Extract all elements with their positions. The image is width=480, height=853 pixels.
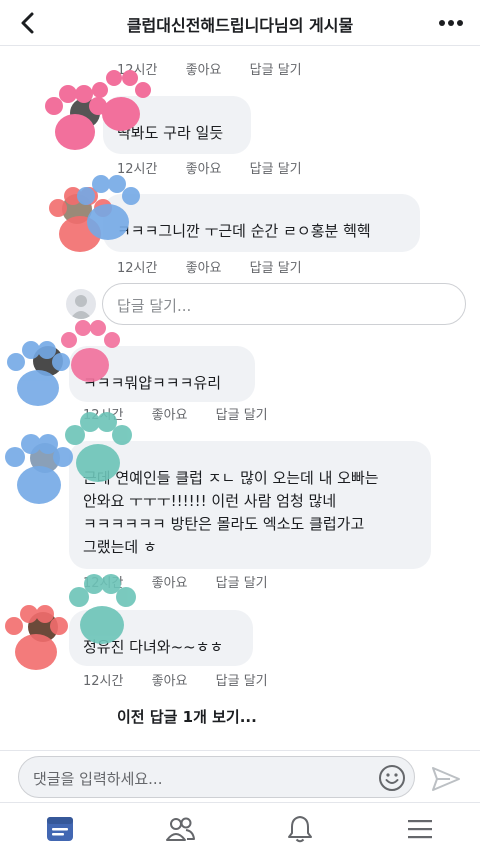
comment-author[interactable] xyxy=(83,618,239,636)
avatar[interactable] xyxy=(70,98,100,128)
comment-text-line: 안와요 ㅜㅜㅜ!!!!!! 이런 사람 엄청 많네 xyxy=(83,492,337,510)
comment-input[interactable]: 댓글을 입력하세요... xyxy=(18,756,415,798)
comment-time: 12시간 xyxy=(117,162,158,177)
reply-button[interactable]: 답글 달기 xyxy=(250,261,302,276)
page-title: 클럽대신전해드립니다님의 게시물 xyxy=(126,16,354,35)
reply-button[interactable]: 답글 달기 xyxy=(250,162,302,177)
bottom-tab-bar xyxy=(0,802,480,853)
comment-time: 12시간 xyxy=(83,576,124,591)
comment-composer: 댓글을 입력하세요... xyxy=(0,750,480,802)
news-feed-icon[interactable] xyxy=(44,813,76,845)
avatar[interactable] xyxy=(33,346,63,376)
reply-button[interactable]: 답글 달기 xyxy=(250,63,302,78)
like-button[interactable]: 좋아요 xyxy=(152,576,188,591)
like-button[interactable]: 좋아요 xyxy=(152,674,188,689)
profile-placeholder-icon xyxy=(70,295,92,319)
reply-button[interactable]: 답글 달기 xyxy=(216,408,268,423)
comment-bubble: ㅋㅋㅋ그니깐 ㅜ근데 순간 ㄹㅇ홍분 헥헥 xyxy=(103,194,420,252)
comment-thread: 12시간 좋아요 답글 달기 딱봐도 구라 일듯 12시간 좋아요 답글 달기 … xyxy=(0,46,480,750)
comment-text: ㅋㅋㅋ그니깐 ㅜ근데 순간 ㄹㅇ홍분 헥헥 xyxy=(117,222,371,240)
back-arrow-icon[interactable] xyxy=(14,8,42,38)
comment-text: ㅋㅋㅋ뭐얍ㅋㅋㅋ유리 xyxy=(83,374,222,392)
comment-meta: 12시간 좋아요 답글 달기 xyxy=(117,257,326,276)
like-button[interactable]: 좋아요 xyxy=(186,162,222,177)
like-button[interactable]: 좋아요 xyxy=(186,261,222,276)
like-button[interactable]: 좋아요 xyxy=(186,63,222,78)
comment-bubble: ㅋㅋㅋ뭐얍ㅋㅋㅋ유리 xyxy=(69,346,255,402)
comment-bubble: 정유진 다녀와~~ㅎㅎ xyxy=(69,610,253,666)
comment-author[interactable] xyxy=(117,202,406,220)
comment-time: 12시간 xyxy=(117,63,158,78)
friends-icon[interactable] xyxy=(164,813,196,845)
comment-meta: 12시간 좋아요 답글 달기 xyxy=(83,404,292,423)
avatar[interactable] xyxy=(62,194,92,224)
reply-button[interactable]: 답글 달기 xyxy=(216,674,268,689)
avatar[interactable] xyxy=(30,443,60,473)
my-avatar xyxy=(66,289,96,319)
emoji-icon[interactable] xyxy=(378,764,406,792)
comment-meta: 12시간 좋아요 답글 달기 xyxy=(83,572,292,591)
comment-time: 12시간 xyxy=(83,408,124,423)
comment-bubble: 딱봐도 구라 일듯 xyxy=(103,96,251,154)
reply-button[interactable]: 답글 달기 xyxy=(216,576,268,591)
comment-text-line: ㅋㅋㅋㅋㅋㅋ 방탄은 몰라도 엑소도 클럽가고 xyxy=(83,515,365,533)
comment-meta: 12시간 좋아요 답글 달기 xyxy=(117,158,326,177)
menu-icon[interactable] xyxy=(404,813,436,845)
comment-time: 12시간 xyxy=(83,674,124,689)
comment-meta: 12시간 좋아요 답글 달기 xyxy=(117,59,326,78)
comment-text: 딱봐도 구라 일듯 xyxy=(117,124,224,142)
comment-author[interactable] xyxy=(83,354,241,372)
send-icon[interactable] xyxy=(430,765,462,793)
comment-author[interactable] xyxy=(83,449,417,467)
comment-text-line: 그랬는데 ㅎ xyxy=(83,538,157,556)
like-button[interactable]: 좋아요 xyxy=(152,408,188,423)
notifications-icon[interactable] xyxy=(284,813,316,845)
comment-text: 정유진 다녀와~~ㅎㅎ xyxy=(83,638,224,656)
more-options-icon[interactable] xyxy=(436,8,466,38)
comment-time: 12시간 xyxy=(117,261,158,276)
top-bar: 클럽대신전해드립니다님의 게시물 xyxy=(0,0,480,46)
avatar[interactable] xyxy=(28,612,58,642)
comment-author[interactable] xyxy=(117,104,237,122)
comment-meta: 12시간 좋아요 답글 달기 xyxy=(83,670,292,689)
reply-input[interactable]: 답글 달기... xyxy=(102,283,466,325)
comment-bubble: 근데 연예인들 클럽 ㅈㄴ 많이 오는데 내 오빠는 안와요 ㅜㅜㅜ!!!!!!… xyxy=(69,441,431,569)
comment-text-line: 근데 연예인들 클럽 ㅈㄴ 많이 오는데 내 오빠는 xyxy=(83,469,379,487)
view-previous-replies-link[interactable]: 이전 답글 1개 보기... xyxy=(117,706,257,727)
